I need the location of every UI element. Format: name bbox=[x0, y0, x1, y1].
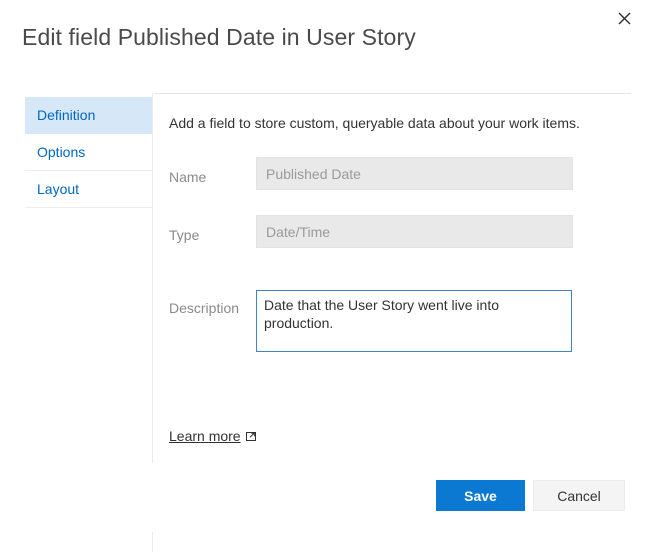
description-textarea[interactable] bbox=[256, 290, 572, 352]
close-dialog-button[interactable] bbox=[608, 4, 640, 32]
rail-divider-bottom bbox=[152, 532, 153, 552]
type-input[interactable] bbox=[256, 215, 573, 248]
field-row-type: Type bbox=[169, 215, 573, 248]
tab-layout-label: Layout bbox=[37, 181, 80, 197]
tab-options-label: Options bbox=[37, 144, 86, 160]
dialog-footer: Save Cancel bbox=[0, 480, 648, 511]
tab-layout[interactable]: Layout bbox=[25, 171, 152, 208]
dialog-body: Definition Options Layout Add a field to… bbox=[0, 93, 648, 463]
name-label: Name bbox=[169, 169, 207, 185]
page-title: Edit field Published Date in User Story bbox=[22, 24, 416, 50]
tab-definition[interactable]: Definition bbox=[25, 97, 152, 134]
learn-more-link[interactable]: Learn more bbox=[169, 427, 257, 445]
close-icon bbox=[618, 12, 631, 25]
description-label: Description bbox=[169, 300, 240, 316]
tab-rail: Definition Options Layout bbox=[25, 97, 152, 208]
panel-description: Add a field to store custom, queryable d… bbox=[169, 115, 580, 131]
type-label: Type bbox=[169, 227, 200, 243]
tab-options[interactable]: Options bbox=[25, 134, 152, 171]
name-input[interactable] bbox=[256, 157, 573, 190]
field-row-description: Description bbox=[169, 290, 573, 352]
external-link-icon bbox=[245, 431, 257, 442]
save-button[interactable]: Save bbox=[436, 480, 525, 511]
rail-divider bbox=[152, 93, 153, 463]
tab-definition-label: Definition bbox=[37, 107, 96, 123]
field-row-name: Name bbox=[169, 157, 573, 190]
cancel-button[interactable]: Cancel bbox=[533, 480, 625, 511]
learn-more-label: Learn more bbox=[169, 428, 241, 444]
